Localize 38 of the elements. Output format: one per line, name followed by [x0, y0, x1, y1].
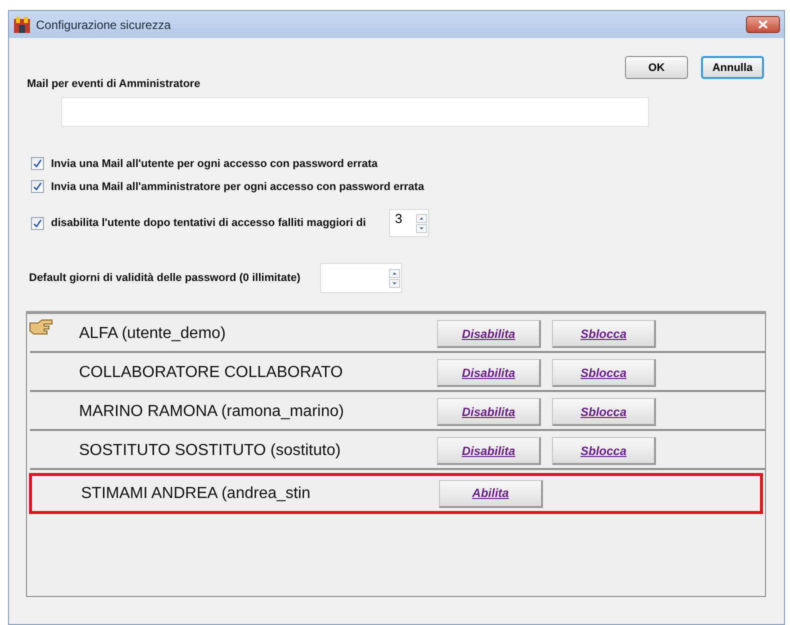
- input-field[interactable]: [61, 97, 649, 127]
- user-name: SOSTITUTO SOSTITUTO (sostituto): [79, 442, 342, 460]
- checkbox[interactable]: [31, 180, 44, 193]
- action-link-button[interactable]: Sblocca: [552, 320, 656, 348]
- checkbox[interactable]: [31, 157, 44, 170]
- action-link-button[interactable]: Sblocca: [552, 398, 656, 426]
- check-icon: [33, 182, 42, 191]
- action-link-button[interactable]: Disabilita: [437, 437, 541, 465]
- close-button[interactable]: [746, 16, 780, 33]
- user-row[interactable]: STIMAMI ANDREA (andrea_stin Abilita: [29, 473, 763, 514]
- action-link-button[interactable]: Sblocca: [552, 359, 656, 387]
- action-link-button[interactable]: Disabilita: [437, 359, 541, 387]
- ok-button[interactable]: OK: [625, 56, 688, 79]
- castle-icon: [13, 16, 31, 34]
- checkbox[interactable]: [31, 216, 44, 230]
- action-link-button[interactable]: Disabilita: [437, 398, 541, 426]
- user-name: ALFA (utente_demo): [79, 325, 227, 343]
- number-field[interactable]: [320, 263, 402, 293]
- field-label: Mail per eventi di Amministratore: [27, 78, 202, 90]
- check-icon: [33, 218, 42, 228]
- action-link-button[interactable]: Disabilita: [437, 320, 541, 348]
- checkbox-label: disabilita l'utente dopo tentativi di accesso falliti maggiori di: [51, 217, 366, 229]
- checkbox-label: Invia una Mail all'amministratore per ogni accesso con password errata: [51, 180, 424, 192]
- user-row[interactable]: MARINO RAMONA (ramona_marino) Disabilita Sblocca: [30, 395, 765, 431]
- window-title: Configurazione sicurezza: [36, 18, 171, 32]
- close-icon: [757, 20, 769, 29]
- cancel-button[interactable]: Annulla: [701, 56, 764, 79]
- check-icon: [33, 159, 42, 168]
- action-link-button[interactable]: Abilita: [439, 480, 543, 508]
- user-name: COLLABORATORE COLLABORATO: [79, 364, 344, 382]
- user-name: MARINO RAMONA (ramona_marino): [79, 403, 345, 421]
- action-link-button[interactable]: Sblocca: [552, 437, 656, 465]
- user-row[interactable]: ALFA (utente_demo) Disabilita Sblocca: [30, 317, 765, 353]
- user-row[interactable]: COLLABORATORE COLLABORATO Disabilita Sblocca: [30, 356, 765, 392]
- field-label: Default giorni di validità delle password (0 illimitate): [29, 272, 300, 284]
- user-row[interactable]: SOSTITUTO SOSTITUTO (sostituto) Disabilita Sblocca: [30, 434, 765, 470]
- checkbox-label: Invia una Mail all'utente per ogni accesso con password errata: [51, 158, 378, 170]
- user-name: STIMAMI ANDREA (andrea_stin: [81, 484, 312, 502]
